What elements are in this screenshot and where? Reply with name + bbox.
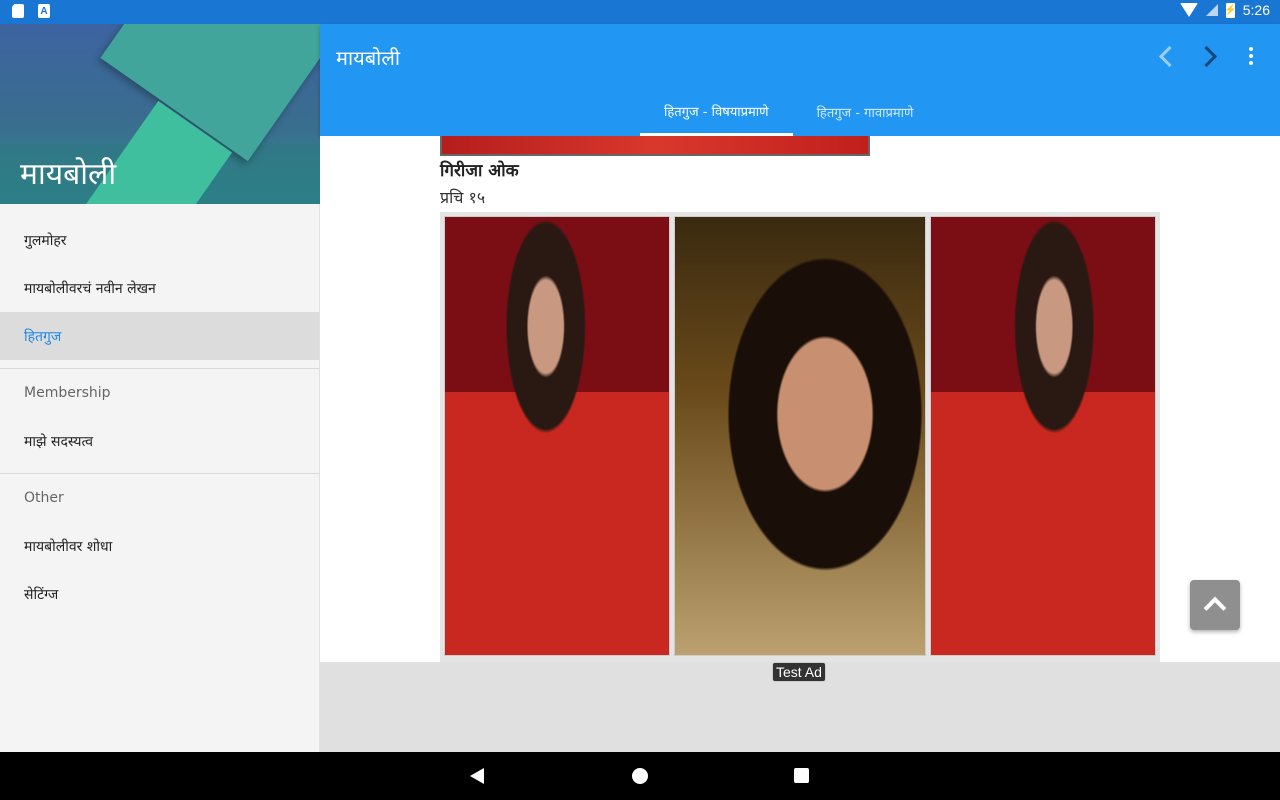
tab-by-topic[interactable]: हितगुज - विषयाप्रमाणे (640, 88, 793, 136)
ad-label: Test Ad (772, 662, 826, 682)
app-bar: मायबोली हितगुज - विषयाप्रमाणे हितगुज - ग… (320, 24, 1280, 136)
system-nav-bar (0, 752, 1280, 800)
drawer-item-settings[interactable]: सेटिंग्ज (0, 570, 319, 618)
woman-red-saree-photo (444, 216, 670, 656)
content-area[interactable]: गिरीजा ओक प्रचि १५ (320, 136, 1280, 662)
drawer-list: गुलमोहर मायबोलीवरचं नवीन लेखन हितगुज Mem… (0, 204, 319, 618)
chevron-left-icon[interactable] (1152, 40, 1182, 72)
author-name: गिरीजा ओक (440, 161, 519, 181)
drawer-header: मायबोली (0, 24, 320, 204)
photo-strip (440, 212, 1160, 662)
drawer-section-membership: Membership (24, 385, 111, 401)
tab-bar: हितगुज - विषयाप्रमाणे हितगुज - गावाप्रमा… (640, 88, 937, 136)
font-a-icon: A (38, 4, 50, 18)
page-title: मायबोली (336, 46, 401, 70)
drawer-item-hitguj[interactable]: हितगुज (0, 312, 319, 360)
previous-photo (440, 136, 870, 156)
sd-card-icon (12, 4, 24, 18)
woman-closeup-photo (674, 216, 926, 656)
status-bar: A ⚡ 5:26 (0, 0, 1280, 24)
drawer-section-other: Other (24, 490, 64, 506)
wifi-icon (1179, 3, 1198, 17)
drawer-item-new-writing[interactable]: मायबोलीवरचं नवीन लेखन (0, 264, 319, 312)
photo-caption: प्रचि १५ (440, 188, 486, 207)
drawer-item-my-membership[interactable]: माझे सदस्यत्व (0, 417, 319, 465)
nav-back-icon[interactable] (470, 768, 484, 784)
status-time: 5:26 (1242, 2, 1270, 18)
navigation-drawer: मायबोली गुलमोहर मायबोलीवरचं नवीन लेखन हि… (0, 24, 320, 752)
signal-icon (1205, 4, 1218, 16)
woman-red-saree-photo (930, 216, 1156, 656)
nav-recents-icon[interactable] (794, 768, 809, 783)
battery-charging-icon: ⚡ (1224, 2, 1237, 18)
drawer-item-search[interactable]: मायबोलीवर शोधा (0, 522, 319, 570)
scroll-to-top-button[interactable] (1190, 580, 1240, 630)
tab-by-village[interactable]: हितगुज - गावाप्रमाणे (793, 88, 938, 136)
drawer-title: मायबोली (20, 157, 117, 192)
ad-banner[interactable]: Test Ad (320, 662, 1280, 752)
drawer-item-gulmohar[interactable]: गुलमोहर (0, 216, 319, 264)
more-vert-icon[interactable] (1236, 40, 1266, 72)
chevron-right-icon[interactable] (1194, 40, 1224, 72)
nav-home-icon[interactable] (632, 768, 648, 784)
